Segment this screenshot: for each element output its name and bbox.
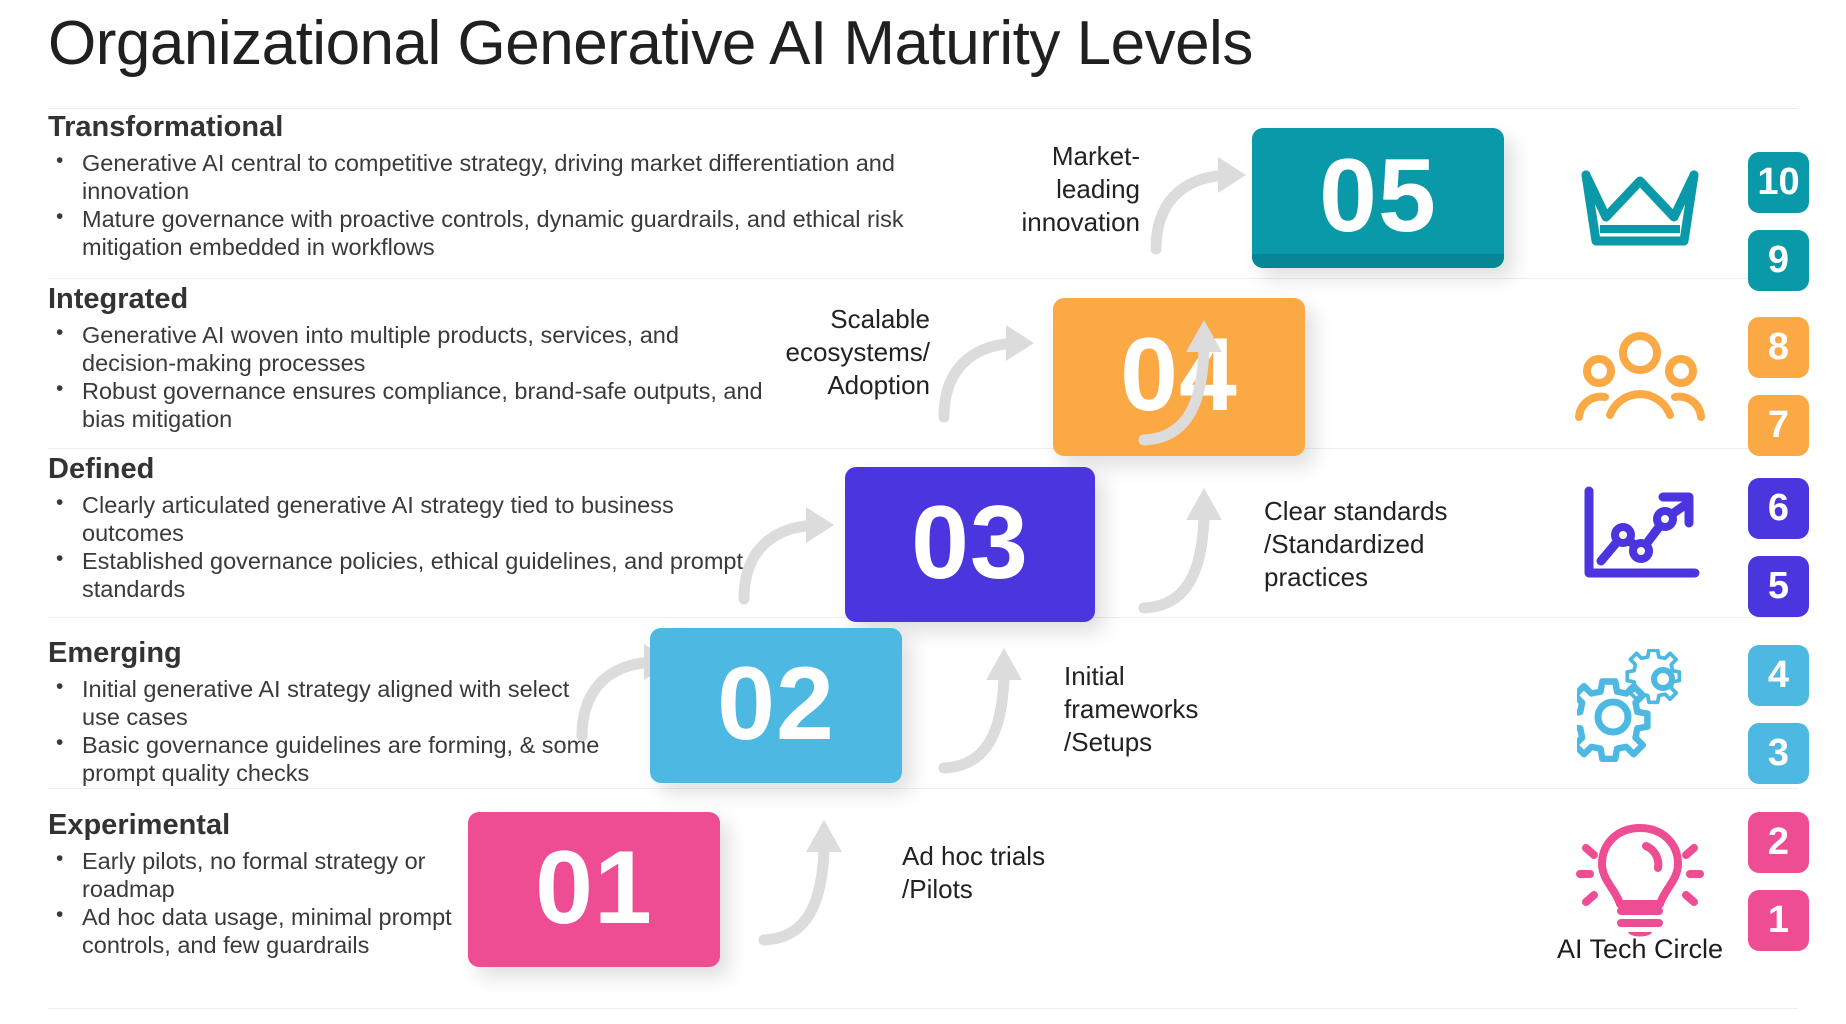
caption-line: /Pilots (902, 873, 973, 904)
arrow-from-01-to-02-icon (938, 648, 1022, 774)
level-bullets-transformational: Generative AI central to competitive str… (48, 149, 928, 261)
gears-icon (1577, 649, 1682, 763)
caption-line: /Standardized (1264, 528, 1425, 559)
card-accent-bar (1252, 254, 1504, 268)
connector-caption-04: Scalable ecosystems/ Adoption (760, 303, 931, 401)
level-block-defined: Defined Clearly articulated generative A… (48, 453, 768, 604)
level-block-experimental: Experimental Early pilots, no formal str… (48, 809, 498, 960)
level-block-transformational: Transformational Generative AI central t… (48, 111, 928, 262)
level-name-emerging: Emerging (48, 637, 182, 669)
score-chip-2[interactable]: 2 (1748, 812, 1809, 873)
score-chip-3[interactable]: 3 (1748, 723, 1809, 784)
arrow-to-05-icon (1150, 157, 1246, 255)
caption-line: Market- (1051, 141, 1140, 171)
band-divider-4 (48, 448, 1798, 449)
title-divider (48, 108, 1798, 109)
caption-line: Ad hoc trials (902, 841, 1046, 871)
bullet-item: Mature governance with proactive control… (48, 205, 928, 261)
level-bullets-integrated: Generative AI woven into multiple produc… (48, 321, 768, 433)
score-chip-10[interactable]: 10 (1748, 152, 1809, 213)
level-name-experimental: Experimental (48, 809, 231, 841)
level-number-02: 02 (717, 645, 835, 762)
level-bullets-emerging: Initial generative AI strategy aligned w… (48, 675, 608, 787)
caption-line: Initial (1064, 661, 1125, 691)
icon-cell-crown (1560, 150, 1720, 260)
score-chip-7[interactable]: 7 (1748, 395, 1809, 456)
bullet-item: Clearly articulated generative AI strate… (48, 491, 768, 547)
level-card-03[interactable]: 03 (845, 467, 1095, 622)
score-chip-1[interactable]: 1 (1748, 890, 1809, 951)
score-chip-8[interactable]: 8 (1748, 317, 1809, 378)
level-block-emerging: Emerging Initial generative AI strategy … (48, 637, 608, 788)
connector-caption-01: Ad hoc trials /Pilots (902, 840, 1142, 906)
slide-canvas: Organizational Generative AI Maturity Le… (0, 0, 1846, 1024)
band-divider-5 (48, 278, 1798, 279)
connector-caption-05: Market- leading innovation (960, 140, 1140, 238)
bullet-item: Basic governance guidelines are forming,… (48, 731, 608, 787)
bullet-item: Initial generative AI strategy aligned w… (48, 675, 608, 731)
connector-caption-02: Initial frameworks /Setups (1064, 660, 1304, 758)
bullet-item: Established governance policies, ethical… (48, 547, 768, 603)
level-card-05[interactable]: 05 (1252, 128, 1504, 268)
crown-icon (1581, 170, 1699, 246)
arrow-to-04-icon (938, 325, 1034, 423)
caption-line: leading (1056, 173, 1140, 204)
level-name-defined: Defined (48, 453, 155, 485)
bullet-item: Generative AI central to competitive str… (48, 149, 928, 205)
level-name-integrated: Integrated (48, 283, 189, 315)
level-number-01: 01 (535, 829, 653, 946)
level-card-02[interactable]: 02 (650, 628, 902, 783)
line-chart-growth-icon (1584, 486, 1700, 578)
score-chip-5[interactable]: 5 (1748, 556, 1809, 617)
band-divider-1 (48, 1008, 1798, 1009)
caption-line: ecosystems/ (785, 336, 931, 367)
level-block-integrated: Integrated Generative AI woven into mult… (48, 283, 768, 434)
icon-cell-lightbulb (1560, 812, 1720, 942)
level-number-05: 05 (1319, 138, 1437, 254)
arrow-from-02-to-03-icon (1138, 488, 1222, 614)
brand-label: AI Tech Circle (1556, 934, 1724, 964)
icon-cell-people (1560, 320, 1720, 430)
caption-line: Scalable (830, 304, 930, 334)
people-group-icon (1575, 332, 1705, 421)
bullet-item: Robust governance ensures compliance, br… (48, 377, 768, 433)
caption-line: frameworks (1064, 693, 1199, 724)
level-number-03: 03 (911, 484, 1029, 601)
score-chip-6[interactable]: 6 (1748, 478, 1809, 539)
page-title: Organizational Generative AI Maturity Le… (48, 9, 1253, 78)
arrow-to-03-icon (738, 507, 834, 605)
lightbulb-idea-icon (1576, 824, 1704, 937)
score-chip-4[interactable]: 4 (1748, 645, 1809, 706)
level-name-transformational: Transformational (48, 111, 284, 143)
bullet-item: Early pilots, no formal strategy or road… (48, 847, 498, 903)
bullet-item: Ad hoc data usage, minimal prompt contro… (48, 903, 498, 959)
icon-cell-chart (1560, 480, 1720, 590)
caption-line: practices (1264, 561, 1369, 592)
caption-line: Clear standards (1264, 496, 1448, 526)
level-bullets-defined: Clearly articulated generative AI strate… (48, 491, 768, 603)
score-chip-9[interactable]: 9 (1748, 230, 1809, 291)
icon-cell-gears (1560, 648, 1720, 768)
level-card-01[interactable]: 01 (468, 812, 720, 967)
bullet-item: Generative AI woven into multiple produc… (48, 321, 768, 377)
caption-line: innovation (1021, 206, 1140, 237)
caption-line: /Setups (1064, 726, 1153, 757)
arrow-from-03-to-04-icon (1138, 320, 1222, 446)
caption-line: Adoption (827, 369, 930, 400)
connector-caption-03: Clear standards /Standardized practices (1264, 495, 1524, 593)
arrow-from-01-icon (758, 820, 842, 946)
level-bullets-experimental: Early pilots, no formal strategy or road… (48, 847, 498, 959)
